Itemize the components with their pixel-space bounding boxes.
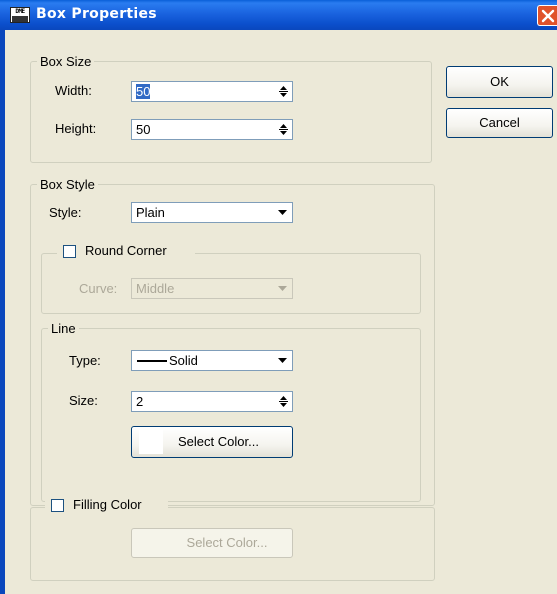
round-corner-header: Round Corner [57,242,195,260]
line-color-swatch [139,430,163,454]
style-value: Plain [136,205,165,220]
solid-line-icon [137,360,167,362]
box-style-group-label: Box Style [37,177,98,192]
dropdown-arrow[interactable] [274,280,291,297]
curve-value: Middle [136,281,175,296]
box-size-group: Box Size [30,54,432,163]
box-size-group-label: Box Size [37,54,95,69]
size-label: Size: [69,393,98,408]
line-size-value: 2 [136,394,144,409]
line-size-input[interactable]: 2 [131,391,293,412]
curve-dropdown[interactable]: Middle [131,278,293,299]
window-title: Box Properties [36,6,157,22]
chevron-down-icon [278,286,287,291]
title-bar[interactable]: DME Box Properties [0,0,557,30]
ok-button[interactable]: OK [446,66,553,98]
cancel-button[interactable]: Cancel [446,108,553,138]
filling-select-color-label: Select Color... [186,535,268,550]
filling-select-color-button[interactable]: Select Color... [131,528,293,558]
round-corner-checkbox[interactable] [63,245,76,258]
close-icon [541,9,555,23]
type-dropdown[interactable]: Solid [131,350,293,371]
width-value: 50 [136,84,151,99]
app-icon: DME [10,7,30,23]
height-spinner[interactable] [276,121,291,138]
spinner-arrows-icon [279,124,288,135]
width-spinner[interactable] [276,83,291,100]
dialog-window: DME Box Properties Box Size Width: 50 He… [0,0,557,594]
chevron-down-icon [278,210,287,215]
style-dropdown[interactable]: Plain [131,202,293,223]
spinner-arrows-icon [279,86,288,97]
type-label: Type: [69,353,101,368]
line-group-label: Line [48,321,79,336]
filling-color-label: Filling Color [73,497,142,512]
app-icon-text: DME [15,8,25,15]
width-label: Width: [55,83,92,98]
dropdown-arrow[interactable] [274,352,291,369]
height-label: Height: [55,121,97,136]
height-value: 50 [136,122,151,137]
round-corner-label: Round Corner [85,243,167,258]
spinner-arrows-icon [279,396,288,407]
width-input[interactable]: 50 [131,81,293,102]
dialog-client-area: Box Size Width: 50 Height: 50 OK Cancel … [0,30,557,594]
height-input[interactable]: 50 [131,119,293,140]
curve-label: Curve: [79,281,118,296]
line-size-spinner[interactable] [276,393,291,410]
dropdown-arrow[interactable] [274,204,291,221]
filling-color-header: Filling Color [45,496,168,514]
chevron-down-icon [278,358,287,363]
close-button[interactable] [537,5,557,26]
type-value: Solid [169,353,198,368]
filling-color-checkbox[interactable] [51,499,64,512]
style-label: Style: [49,205,82,220]
line-select-color-label: Select Color... [178,434,259,449]
line-select-color-button[interactable]: Select Color... [131,426,293,458]
